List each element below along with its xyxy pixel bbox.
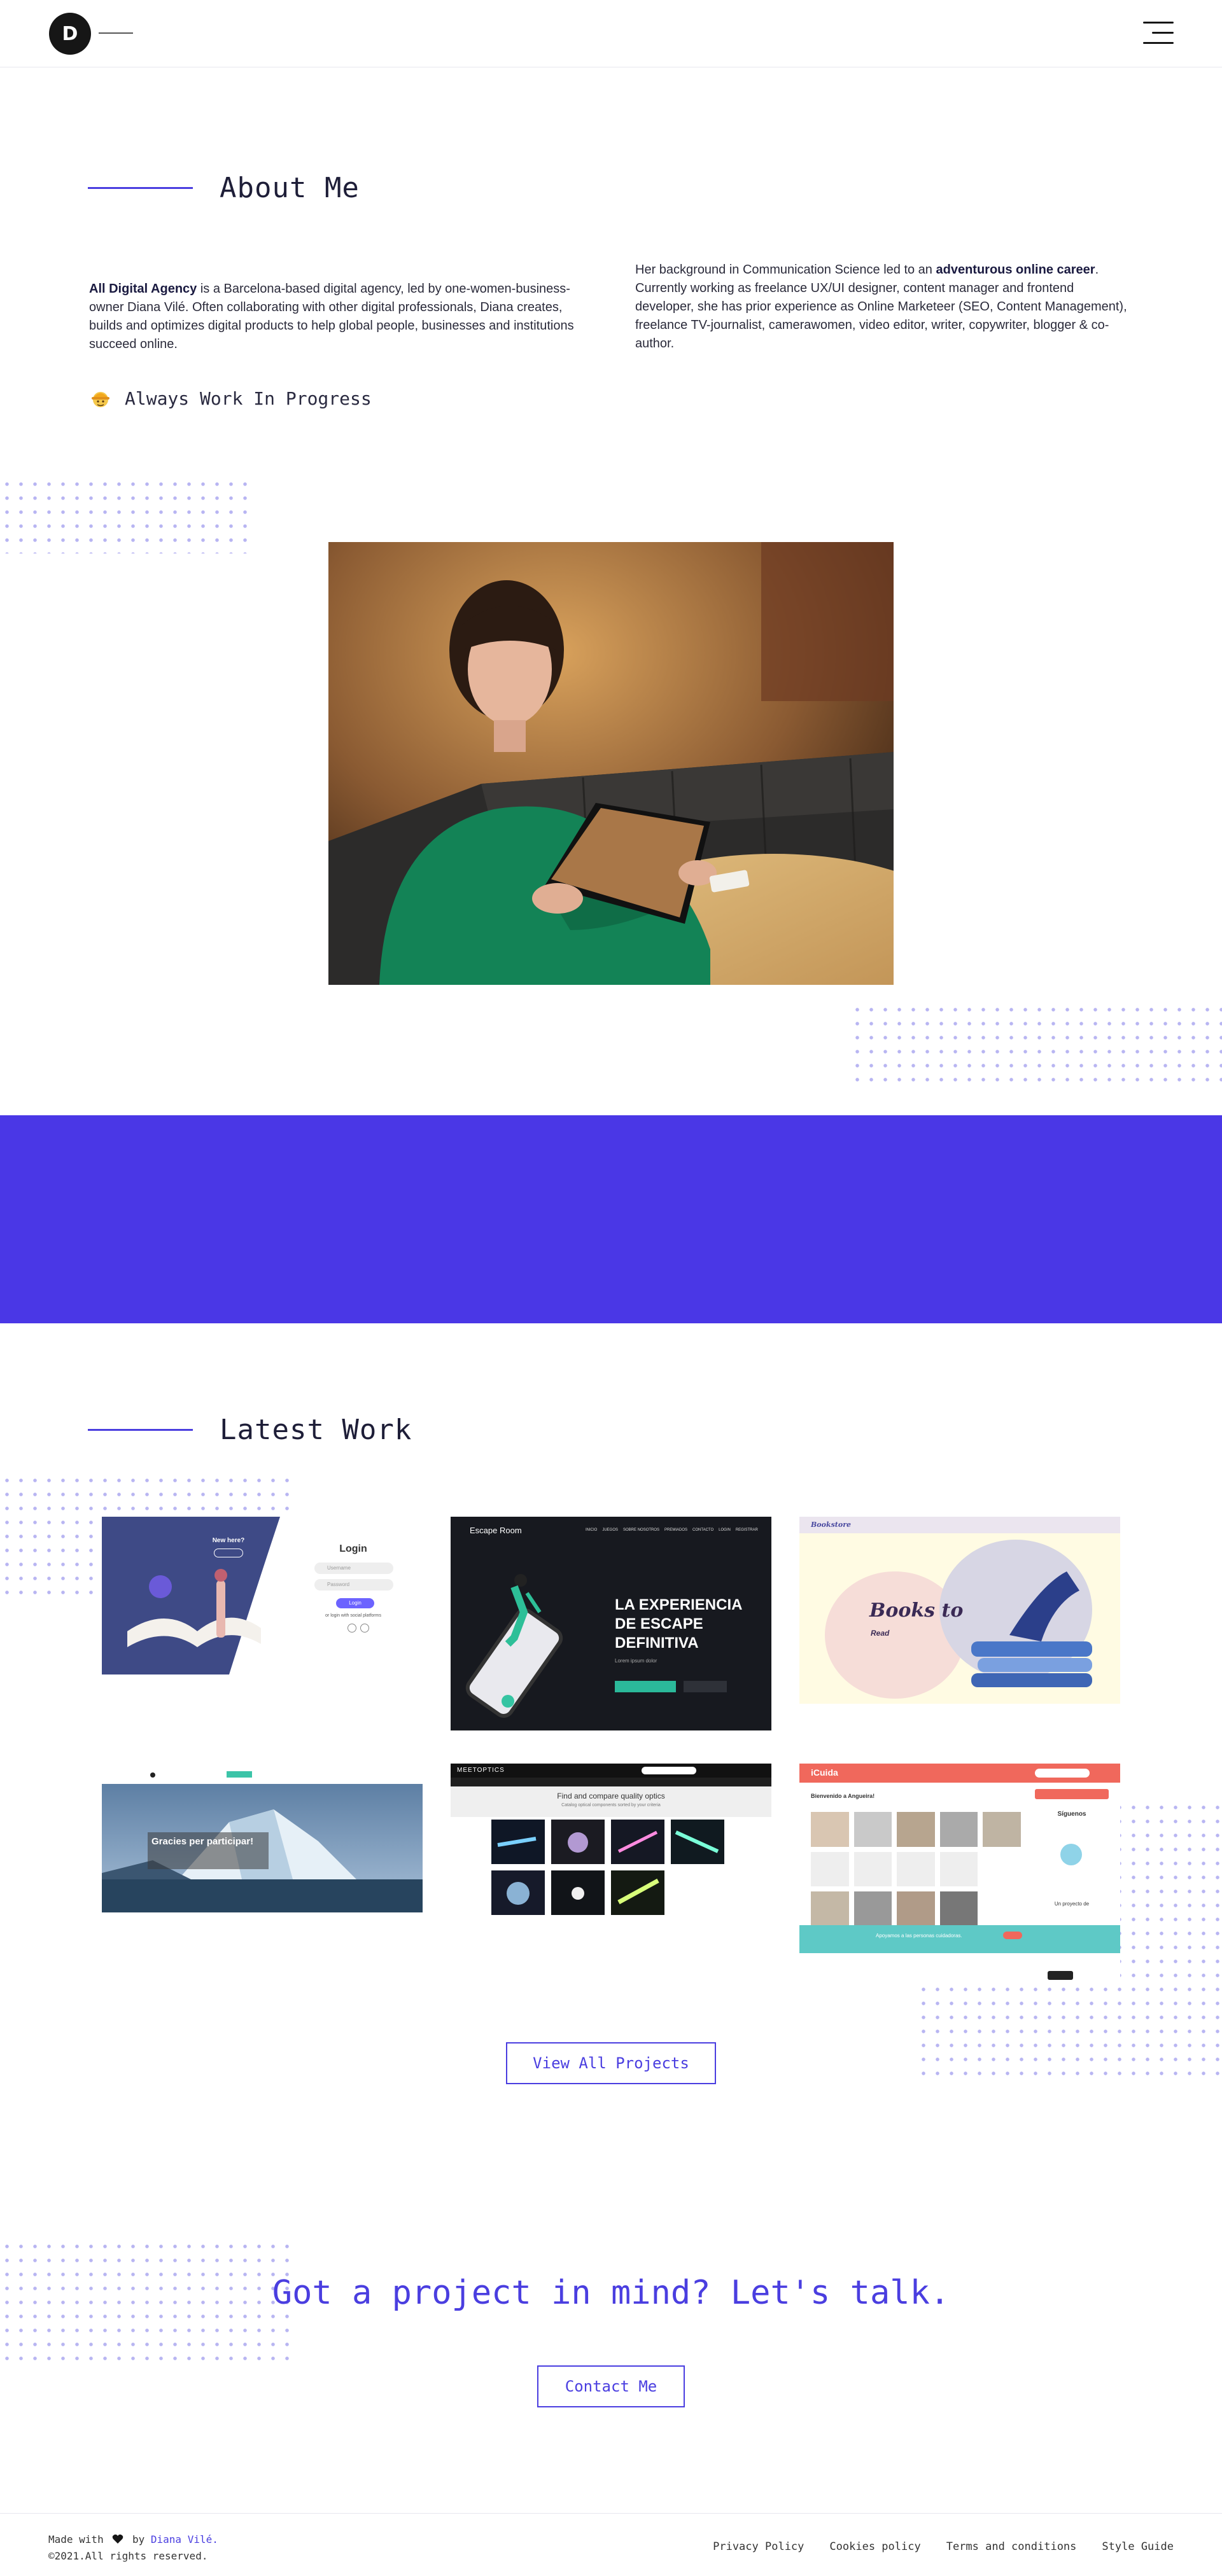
footer-nav: Privacy Policy Cookies policy Terms and …	[713, 2540, 1174, 2553]
view-all-projects-button[interactable]: View All Projects	[506, 2042, 716, 2084]
bookstore-hero: Books to	[869, 1599, 964, 1622]
escape-room-illustration	[465, 1574, 563, 1718]
project-card-meetoptics[interactable]: MEETOPTICS Find and compare quality opti…	[451, 1764, 771, 1923]
nav-item: CONTACTO	[692, 1528, 714, 1532]
copyright: ©2021.All rights reserved.	[48, 2550, 208, 2562]
portrait-photo	[328, 542, 894, 985]
nav-item: JUEGOS	[602, 1528, 619, 1532]
motto: Always Work In Progress	[89, 387, 372, 410]
optics-grid	[491, 1820, 724, 1915]
nav-item: SOBRE NOSOTROS	[623, 1528, 660, 1532]
style-guide-link[interactable]: Style Guide	[1102, 2540, 1174, 2553]
heart-icon	[113, 2534, 123, 2544]
headline-line: DE ESCAPE	[615, 1615, 703, 1633]
icuida-banner-button	[1003, 1932, 1022, 1939]
footer-made-with: Made with by Diana Vilé.	[48, 2531, 218, 2548]
nav-item: LOGIN	[719, 1528, 731, 1532]
about-heading: About Me	[88, 172, 360, 204]
new-here-label: New here?	[212, 1537, 245, 1544]
login-heading: Login	[339, 1543, 367, 1554]
login-button: Login	[336, 1598, 374, 1608]
footer-credit: Made with by Diana Vilé. ©2021.All right…	[48, 2531, 218, 2565]
primary-cta	[615, 1681, 676, 1692]
author-link[interactable]: Diana Vilé.	[151, 2533, 218, 2545]
work-heading: Latest Work	[88, 1414, 412, 1446]
secondary-cta	[684, 1681, 727, 1692]
site-footer: Made with by Diana Vilé. ©2021.All right…	[0, 2513, 1222, 2576]
project-card-bookstore[interactable]: Bookstore Books to Read	[799, 1517, 1120, 1704]
icuida-hero: Bienvenido a Angueira!	[811, 1793, 875, 1799]
icuida-thumb-grid	[811, 1812, 1021, 1926]
escape-room-brand: Escape Room	[470, 1526, 522, 1535]
portrait-illustration	[328, 542, 894, 985]
nav-item: REGISTRAR	[735, 1528, 758, 1532]
about-paragraph-1: All Digital Agency is a Barcelona-based …	[89, 280, 588, 354]
headline-line: LA EXPERIENCIA	[615, 1596, 743, 1613]
icuida-banner-text: Apoyamos a las personas cuidadoras.	[876, 1933, 962, 1939]
agency-name: All Digital Agency	[89, 282, 197, 296]
icuida-search	[1035, 1769, 1090, 1778]
username-field: Username	[314, 1563, 393, 1574]
meetoptics-nav	[451, 1778, 771, 1786]
cta-title: Got a project in mind? Let's talk.	[272, 2274, 950, 2312]
facebook-icon	[360, 1624, 369, 1633]
motto-text: Always Work In Progress	[125, 387, 372, 409]
logo-divider	[99, 32, 133, 34]
icuida-brand: iCuida	[811, 1767, 838, 1778]
password-field: Password	[314, 1579, 393, 1591]
work-title: Latest Work	[220, 1414, 412, 1446]
terms-link[interactable]: Terms and conditions	[946, 2540, 1077, 2553]
by-text: by	[132, 2533, 145, 2545]
icuida-partner-label: Un proyecto de	[1054, 1901, 1090, 1907]
heading-rule	[88, 1429, 193, 1431]
about-paragraph-2: Her background in Communication Science …	[635, 261, 1134, 353]
project-card-icuida[interactable]: iCuida Bienvenido a Angueira! Síguenos U…	[799, 1764, 1120, 1988]
escape-room-sub: Lorem ipsum dolor	[615, 1658, 657, 1664]
iceberg-hero: Gracies per participar!	[151, 1836, 254, 1847]
dot-pattern	[0, 477, 249, 553]
meetoptics-search	[642, 1767, 696, 1774]
accent-band	[0, 1115, 1222, 1323]
escape-room-headline: LA EXPERIENCIA DE ESCAPE DEFINITIVA	[615, 1596, 742, 1653]
bookstore-hero-2: Read	[871, 1629, 890, 1638]
dot-pattern	[850, 1003, 1222, 1087]
project-thumbnail	[102, 1517, 280, 1674]
cookies-policy-link[interactable]: Cookies policy	[829, 2540, 920, 2553]
icuida-banner	[799, 1925, 1120, 1953]
career-highlight: adventurous online career	[936, 263, 1095, 277]
meetoptics-brand: MEETOPTICS	[457, 1767, 505, 1774]
logo-letter: D	[62, 22, 78, 45]
app-store-badge	[1048, 1971, 1073, 1980]
icuida-mascot	[1060, 1844, 1082, 1865]
project-card-iceberg[interactable]: Gracies per participar!	[102, 1764, 423, 1912]
site-header: D	[0, 0, 1222, 67]
project-card-escape-room[interactable]: Escape Room INICIO JUEGOS SOBRE NOSOTROS…	[451, 1517, 771, 1730]
escape-room-nav: INICIO JUEGOS SOBRE NOSOTROS PREMIADOS C…	[586, 1528, 758, 1532]
project-card-login[interactable]: New here? Login Username Password Login …	[102, 1517, 423, 1674]
signup-pill	[214, 1549, 243, 1557]
bookstore-brand: Bookstore	[811, 1521, 851, 1529]
social-login-text: or login with social platforms	[325, 1613, 381, 1618]
nav-item: INICIO	[586, 1528, 598, 1532]
heading-rule	[88, 187, 193, 189]
about-title: About Me	[220, 172, 360, 204]
about-paragraph-2-start: Her background in Communication Science …	[635, 263, 936, 277]
meetoptics-sub: Catalog optical components sorted by you…	[561, 1803, 661, 1807]
nav-active-pill	[227, 1771, 252, 1778]
google-icon	[348, 1624, 356, 1633]
site-logo-dot	[150, 1772, 155, 1778]
contact-me-button[interactable]: Contact Me	[537, 2365, 685, 2407]
construction-worker-icon	[92, 392, 109, 407]
meetoptics-hero: Find and compare quality optics	[557, 1792, 665, 1800]
hamburger-menu-icon[interactable]	[1143, 20, 1174, 46]
icuida-register-button	[1035, 1789, 1109, 1799]
made-with-text: Made with	[48, 2533, 104, 2545]
site-logo[interactable]: D	[49, 13, 91, 55]
privacy-policy-link[interactable]: Privacy Policy	[713, 2540, 804, 2553]
icuida-follow-label: Síguenos	[1057, 1811, 1086, 1818]
nav-item: PREMIADOS	[664, 1528, 688, 1532]
headline-line: DEFINITIVA	[615, 1634, 699, 1652]
